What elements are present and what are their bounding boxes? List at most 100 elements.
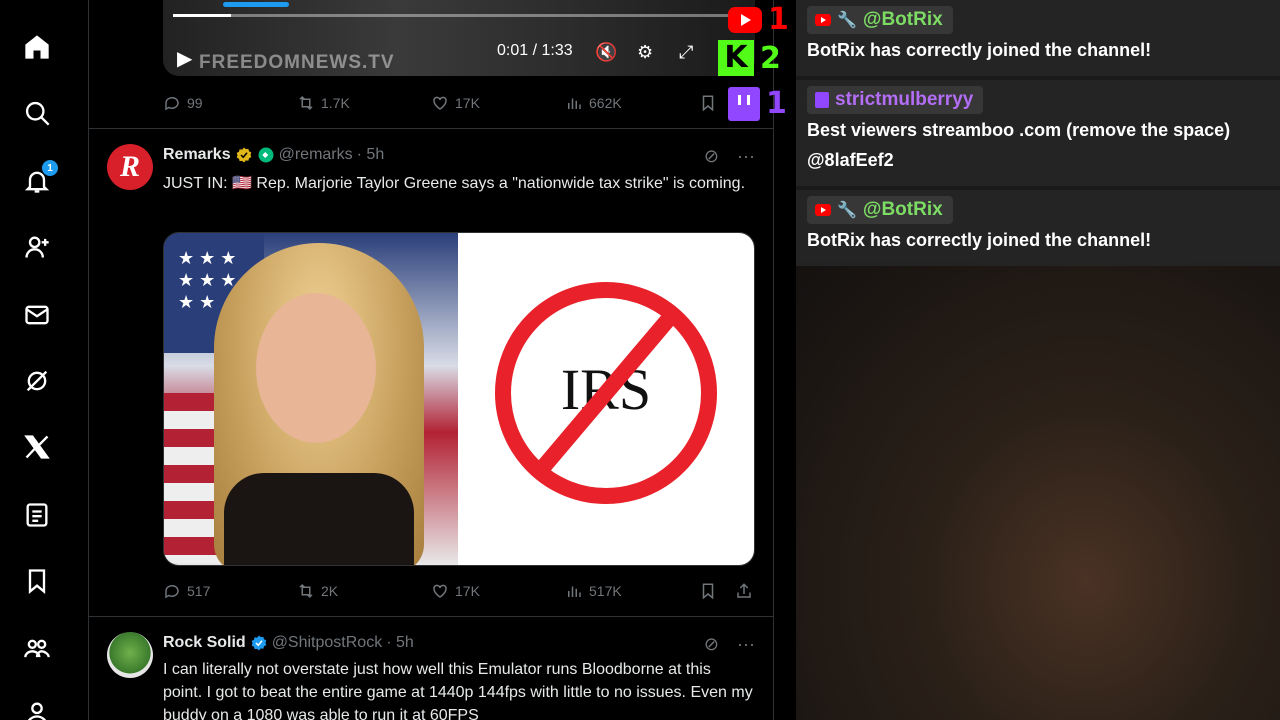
repost-button[interactable]: 2K xyxy=(297,582,431,600)
like-button[interactable]: 17K xyxy=(431,582,565,600)
bookmark-icon[interactable] xyxy=(22,566,52,596)
twitch-icon xyxy=(815,92,829,108)
author-handle[interactable]: @remarks xyxy=(279,146,353,164)
heart-icon xyxy=(433,584,447,598)
share-icon xyxy=(737,583,751,598)
settings-icon[interactable]: ⚙ xyxy=(637,42,653,63)
mute-icon[interactable]: 🔇 xyxy=(595,42,617,63)
no-irs-icon: IRS xyxy=(495,282,717,504)
x-logo-icon[interactable] xyxy=(22,432,52,462)
notification-badge: 1 xyxy=(42,160,58,176)
youtube-logo-icon xyxy=(728,6,762,33)
bookmark-button[interactable] xyxy=(699,94,717,112)
grok-icon[interactable]: ⊘ xyxy=(704,634,719,655)
tweet-media[interactable]: ★ ★ ★★ ★ ★★ ★ IRS xyxy=(163,232,755,566)
dress-shape xyxy=(224,473,414,565)
repost-icon xyxy=(299,583,313,599)
youtube-icon xyxy=(815,204,831,216)
tweet-menu: ⊘ ··· xyxy=(704,146,755,167)
tweet-text: I can literally not overstate just how w… xyxy=(163,661,753,720)
chat-username-badge: 🔧 @BotRix xyxy=(807,6,953,34)
post-divider xyxy=(89,128,773,129)
avatar-remarks[interactable]: R xyxy=(107,144,153,190)
portrait-image: ★ ★ ★ ★ ★ ★ ★ ★ xyxy=(164,233,458,565)
bookmark-button[interactable] xyxy=(699,582,735,600)
timeline-feed: ▶ FREEDOMNEWS.TV 0:01 / 1:33 🔇 ⚙ ⤢ 99 1.… xyxy=(88,0,774,720)
home-icon[interactable] xyxy=(22,32,52,62)
kick-count-row: K 2 xyxy=(718,40,781,76)
bell-icon[interactable]: 1 xyxy=(22,160,58,196)
remarks-logo-icon: R xyxy=(119,150,140,183)
youtube-count-row: 1 xyxy=(728,2,789,37)
twitch-count-row: 1 xyxy=(728,86,787,121)
search-icon[interactable] xyxy=(22,98,52,128)
grok-icon[interactable] xyxy=(22,366,52,396)
video-player[interactable]: ▶ FREEDOMNEWS.TV 0:01 / 1:33 🔇 ⚙ ⤢ xyxy=(163,0,755,76)
left-navigation: 1 xyxy=(0,0,75,720)
chat-username[interactable]: strictmulberryy xyxy=(835,89,973,111)
avatar-rock-solid[interactable] xyxy=(107,632,153,678)
views-button[interactable]: 517K xyxy=(565,582,699,600)
author-name[interactable]: Remarks xyxy=(163,146,231,164)
moderator-wrench-icon: 🔧 xyxy=(837,202,857,219)
heart-icon xyxy=(433,96,447,110)
kick-viewer-count: 2 xyxy=(760,40,781,76)
kick-logo-icon: K xyxy=(718,40,754,76)
stream-chat-overlay: 🔧 @BotRix BotRix has correctly joined th… xyxy=(796,0,1280,720)
post-time[interactable]: · 5h xyxy=(386,634,414,652)
views-count: 662K xyxy=(589,95,622,111)
face-shape xyxy=(256,293,376,443)
post-divider xyxy=(89,616,773,617)
chat-username[interactable]: @BotRix xyxy=(863,199,943,221)
post-time[interactable]: · 5h xyxy=(357,146,385,164)
tweet-header: Rock Solid @ShitpostRock · 5h xyxy=(163,634,414,652)
grok-icon[interactable]: ⊘ xyxy=(704,146,719,167)
reply-button[interactable]: 99 xyxy=(163,94,297,112)
affiliate-badge-icon xyxy=(258,147,274,163)
video-watermark: FREEDOMNEWS.TV xyxy=(199,52,395,73)
reply-count: 99 xyxy=(187,95,203,111)
author-name[interactable]: Rock Solid xyxy=(163,634,246,652)
views-icon xyxy=(568,586,581,597)
youtube-icon xyxy=(815,14,831,26)
twitch-logo-icon xyxy=(728,86,760,121)
like-button[interactable]: 17K xyxy=(431,94,565,112)
chat-text: BotRix has correctly joined the channel! xyxy=(807,40,1152,60)
communities-icon[interactable] xyxy=(22,634,52,664)
chat-username[interactable]: @BotRix xyxy=(863,9,943,31)
tweet-menu: ⊘ ··· xyxy=(704,634,755,655)
twitch-viewer-count: 1 xyxy=(766,86,787,121)
play-icon[interactable]: ▶ xyxy=(177,46,192,71)
bookmark-outline-icon xyxy=(702,583,714,600)
share-button[interactable] xyxy=(735,582,753,600)
author-handle[interactable]: @ShitpostRock xyxy=(272,634,383,652)
verified-blue-icon xyxy=(251,635,266,651)
views-icon xyxy=(568,98,581,109)
chat-message: 🔧 @BotRix BotRix has correctly joined th… xyxy=(796,190,1280,266)
repost-button[interactable]: 1.7K xyxy=(297,94,431,112)
fullscreen-icon[interactable]: ⤢ xyxy=(679,42,693,63)
repost-count: 1.7K xyxy=(321,95,350,111)
mail-icon[interactable] xyxy=(22,300,52,330)
webcam-feed xyxy=(796,262,1280,720)
views-button[interactable]: 662K xyxy=(565,94,699,112)
reply-button[interactable]: 517 xyxy=(163,582,297,600)
lists-icon[interactable] xyxy=(22,500,52,530)
verified-gold-icon xyxy=(236,147,251,163)
video-time: 0:01 / 1:33 xyxy=(497,42,573,59)
irs-graphic: IRS xyxy=(458,233,754,565)
reply-count: 517 xyxy=(187,583,211,599)
tweet-header: Remarks @remarks · 5h xyxy=(163,146,384,164)
add-user-icon[interactable] xyxy=(22,232,52,262)
profile-icon[interactable] xyxy=(22,698,52,720)
video-top-progress xyxy=(223,2,289,7)
views-count: 517K xyxy=(589,583,622,599)
video-scrubber[interactable] xyxy=(173,14,745,17)
like-count: 17K xyxy=(455,95,480,111)
chat-text: BotRix has correctly joined the channel! xyxy=(807,230,1152,250)
more-icon[interactable]: ··· xyxy=(737,634,755,655)
tweet1-actions: 517 2K 17K 517K xyxy=(163,578,755,604)
more-icon[interactable]: ··· xyxy=(737,146,755,167)
reply-icon xyxy=(165,584,179,599)
chat-text: Best viewers streamboo .com (remove the … xyxy=(807,120,1231,170)
